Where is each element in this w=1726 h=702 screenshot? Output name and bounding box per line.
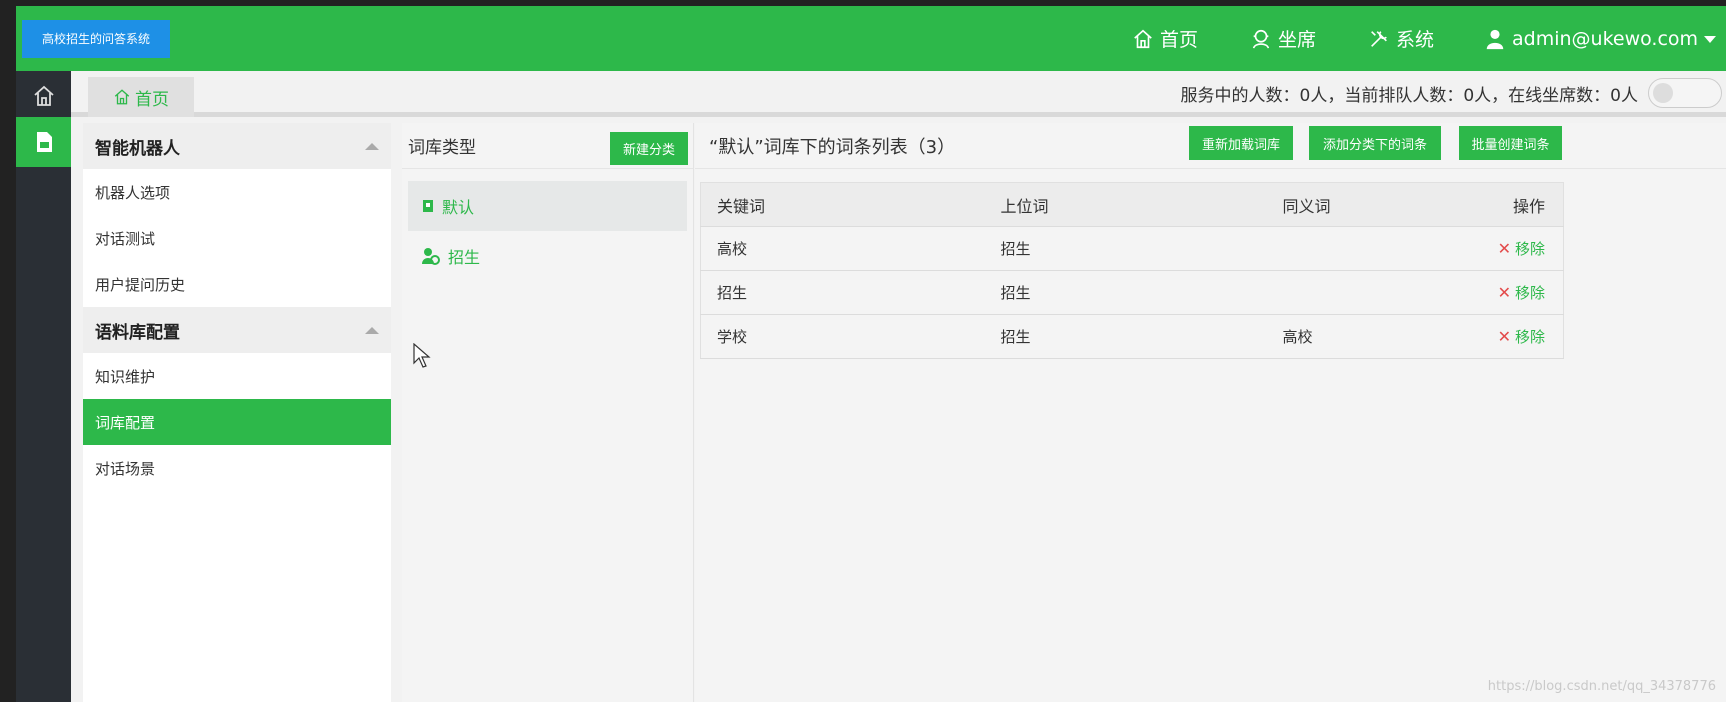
tools-icon: [1371, 30, 1387, 47]
remove-label: 移除: [1514, 240, 1545, 258]
batch-create-button[interactable]: 批量创建词条: [1459, 126, 1562, 160]
remove-label: 移除: [1514, 284, 1545, 302]
column-header-hypernym: 上位词: [984, 182, 1267, 227]
cell-action: ✕ 移除: [1466, 270, 1564, 315]
document-icon: [36, 132, 52, 152]
menu-item-lexicon-config[interactable]: 词库配置: [83, 399, 391, 445]
menu-item-question-history[interactable]: 用户提问历史: [83, 261, 391, 307]
topnav-agent-label: 坐席: [1278, 29, 1317, 51]
category-panel: 词库类型 新建分类 默认 招生: [402, 123, 694, 702]
online-toggle[interactable]: [1648, 78, 1722, 108]
word-list-panel: “默认”词库下的词条列表（3） 重新加载词库 添加分类下的词条 批量创建词条 关…: [695, 123, 1726, 702]
remove-label: 移除: [1514, 328, 1545, 346]
table-row: 招生 招生 ✕ 移除: [700, 270, 1564, 315]
category-panel-header: 词库类型 新建分类: [402, 123, 693, 169]
cell-synonym: 高校: [1266, 314, 1467, 359]
tab-home[interactable]: 首页: [88, 77, 194, 117]
column-header-synonym: 同义词: [1266, 182, 1467, 227]
watermark-text: https://blog.csdn.net/qq_34378776: [1487, 679, 1716, 694]
menu-item-robot-options[interactable]: 机器人选项: [83, 169, 391, 215]
home-icon: [33, 85, 54, 106]
cell-keyword: 招生: [700, 270, 985, 315]
app-logo[interactable]: 高校招生的问答系统: [22, 20, 170, 58]
table-row: 学校 招生 高校 ✕ 移除: [700, 314, 1564, 359]
menu-item-dialog-test[interactable]: 对话测试: [83, 215, 391, 261]
remove-link[interactable]: ✕ 移除: [1497, 327, 1545, 346]
service-status-text: 服务中的人数：0人，当前排队人数：0人，在线坐席数：0人: [1180, 86, 1638, 106]
mouse-cursor-icon: [413, 343, 431, 368]
table-header-row: 关键词 上位词 同义词 操作: [700, 182, 1564, 227]
menu-item-knowledge[interactable]: 知识维护: [83, 353, 391, 399]
rail-home-button[interactable]: [16, 71, 71, 121]
topnav-home[interactable]: 首页: [1132, 6, 1198, 71]
user-email: admin@ukewo.com: [1512, 27, 1699, 50]
agent-icon: [1252, 29, 1270, 49]
category-label: 招生: [448, 248, 481, 267]
table-row: 高校 招生 ✕ 移除: [700, 226, 1564, 271]
cell-hypernym: 招生: [984, 270, 1267, 315]
word-list-title: “默认”词库下的词条列表（3）: [709, 136, 956, 158]
topnav-agent[interactable]: 坐席: [1250, 6, 1316, 71]
menu-group-robot[interactable]: 智能机器人: [83, 123, 391, 169]
column-header-keyword: 关键词: [700, 182, 985, 227]
cell-synonym: [1266, 270, 1467, 315]
cell-keyword: 学校: [700, 314, 985, 359]
user-icon: [1486, 29, 1504, 49]
cell-synonym: [1266, 226, 1467, 271]
close-icon: ✕: [1497, 239, 1511, 258]
topnav-system[interactable]: 系统: [1368, 6, 1434, 71]
new-category-button[interactable]: 新建分类: [610, 132, 688, 165]
category-panel-title: 词库类型: [408, 138, 476, 158]
rail-knowledge-button[interactable]: [16, 117, 71, 167]
topnav-system-label: 系统: [1396, 29, 1435, 51]
cell-keyword: 高校: [700, 226, 985, 271]
category-item-default[interactable]: 默认: [408, 181, 687, 231]
remove-link[interactable]: ✕ 移除: [1497, 239, 1545, 258]
user-menu[interactable]: admin@ukewo.com: [1484, 6, 1724, 71]
category-item-admission[interactable]: 招生: [408, 231, 687, 281]
cell-action: ✕ 移除: [1466, 314, 1564, 359]
top-bar: 高校招生的问答系统 首页 坐席 系统 admin@ukewo.com: [16, 6, 1726, 71]
toggle-knob: [1653, 83, 1673, 103]
left-rail: [16, 71, 71, 702]
user-group-icon: [422, 248, 440, 265]
close-icon: ✕: [1497, 283, 1511, 302]
add-word-button[interactable]: 添加分类下的词条: [1309, 126, 1441, 160]
menu-group-title: 语料库配置: [95, 322, 180, 343]
column-header-action: 操作: [1466, 182, 1564, 227]
cell-hypernym: 招生: [984, 226, 1267, 271]
book-icon: [423, 200, 433, 212]
menu-item-dialog-scenes[interactable]: 对话场景: [83, 445, 391, 491]
menu-group-corpus[interactable]: 语料库配置: [83, 307, 391, 353]
caret-down-icon: [1704, 35, 1717, 43]
collapse-caret-icon: [365, 143, 379, 150]
close-icon: ✕: [1497, 327, 1511, 346]
sidebar-menu: 智能机器人 机器人选项 对话测试 用户提问历史 语料库配置 知识维护 词库配置 …: [83, 123, 391, 702]
word-table: 关键词 上位词 同义词 操作 高校 招生 ✕ 移除 招生 招生 ✕ 移除 学校 …: [700, 182, 1564, 359]
home-icon: [114, 89, 130, 105]
remove-link[interactable]: ✕ 移除: [1497, 283, 1545, 302]
cell-hypernym: 招生: [984, 314, 1267, 359]
tab-home-label: 首页: [135, 89, 169, 110]
app-window: 高校招生的问答系统 首页 坐席 系统 admin@ukewo.com 首页 服务…: [16, 6, 1726, 702]
home-icon: [1134, 29, 1152, 48]
cell-action: ✕ 移除: [1466, 226, 1564, 271]
reload-lexicon-button[interactable]: 重新加载词库: [1189, 126, 1293, 160]
collapse-caret-icon: [365, 327, 379, 334]
topnav-home-label: 首页: [1160, 29, 1199, 51]
category-label: 默认: [442, 198, 475, 217]
menu-group-title: 智能机器人: [95, 138, 180, 159]
tab-strip: 首页 服务中的人数：0人，当前排队人数：0人，在线坐席数：0人: [71, 71, 1726, 117]
